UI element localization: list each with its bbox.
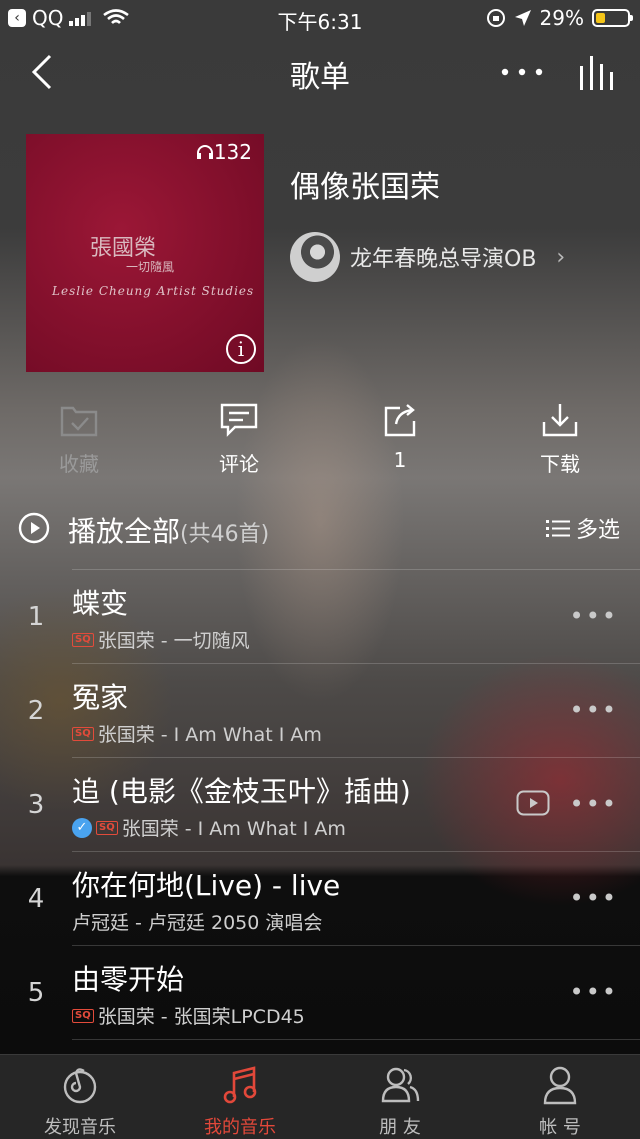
comment-label: 评论: [219, 452, 259, 476]
song-artist-album: 张国荣 - I Am What I Am: [121, 818, 346, 840]
tab-account[interactable]: 帐 号: [480, 1063, 640, 1139]
equalizer-bars-icon[interactable]: [578, 52, 620, 92]
mv-play-icon[interactable]: [516, 790, 550, 816]
chevron-right-icon: ›: [556, 244, 566, 270]
battery-fill: [596, 13, 605, 23]
rotation-lock-icon: [486, 9, 505, 27]
song-more-icon[interactable]: •••: [570, 602, 618, 630]
sq-badge: SQ: [96, 820, 118, 835]
account-icon: [543, 1066, 577, 1105]
divider: [72, 1039, 640, 1040]
collect-label: 收藏: [59, 452, 99, 476]
cover-logo-subtext: 一切隨風: [126, 260, 175, 274]
song-artist-album: 张国荣 - I Am What I Am: [97, 724, 322, 746]
multi-select-button[interactable]: 多选: [545, 512, 620, 544]
song-row[interactable]: 5 由零开始 SQ 张国荣 - 张国荣LPCD45 •••: [0, 946, 640, 1040]
song-title: 冤家: [72, 681, 129, 714]
tab-discover-label: 发现音乐: [44, 1117, 116, 1138]
sq-badge: SQ: [72, 726, 94, 741]
song-index: 5: [27, 978, 45, 1008]
comment-icon: [220, 403, 258, 437]
download-label: 下载: [540, 452, 580, 476]
play-count: 132: [196, 140, 252, 164]
battery-percent: 29%: [539, 6, 584, 30]
avatar: [290, 232, 340, 282]
netease-music-icon: [63, 1068, 97, 1104]
tab-my-music-label: 我的音乐: [204, 1117, 276, 1138]
play-all-row[interactable]: 播放全部(共46首) 多选: [0, 486, 640, 570]
headphones-icon: [196, 145, 213, 159]
song-meta: SQ 张国荣 - 一切随风: [72, 626, 250, 653]
tab-friends-label: 朋 友: [379, 1117, 421, 1138]
playlist-title: 偶像张国荣: [290, 170, 440, 205]
song-meta: SQ 张国荣 - 张国荣LPCD45: [72, 1002, 305, 1029]
play-all-text: 播放全部: [68, 515, 181, 548]
friends-icon: [381, 1067, 420, 1103]
download-button[interactable]: 下载: [510, 402, 610, 477]
play-all-label: 播放全部(共46首): [68, 510, 269, 550]
song-index: 4: [27, 884, 45, 914]
song-index: 1: [27, 602, 45, 632]
sq-badge: SQ: [72, 632, 94, 647]
tab-friends[interactable]: 朋 友: [320, 1063, 480, 1139]
share-icon: [384, 404, 416, 437]
info-icon[interactable]: i: [226, 334, 256, 364]
sq-badge: SQ: [72, 1008, 94, 1023]
song-index: 3: [27, 790, 45, 820]
verified-icon: ✓: [72, 817, 92, 838]
song-title: 你在何地(Live) - live: [72, 869, 341, 902]
cover-artist-text: Leslie Cheung Artist Studies: [52, 284, 255, 298]
folder-check-icon: [60, 406, 98, 437]
song-title: 蝶变: [72, 587, 129, 620]
music-note-icon: [223, 1066, 257, 1104]
tab-discover[interactable]: 发现音乐: [0, 1063, 160, 1139]
collect-button[interactable]: 收藏: [29, 402, 129, 477]
play-count-value: 132: [213, 140, 252, 164]
status-bar: ‹ QQ 下午6:31 29%: [0, 0, 640, 36]
song-meta: ✓ SQ 张国荣 - I Am What I Am: [72, 814, 346, 841]
song-artist-album: 卢冠廷 - 卢冠廷 2050 演唱会: [72, 912, 323, 934]
download-icon: [542, 404, 578, 437]
page-title: 歌单: [290, 60, 350, 95]
song-more-icon[interactable]: •••: [570, 884, 618, 912]
creator-link[interactable]: 龙年春晚总导演OB ›: [290, 232, 565, 282]
song-more-icon[interactable]: •••: [570, 696, 618, 724]
comment-button[interactable]: 评论: [189, 402, 289, 477]
song-title: 由零开始: [72, 963, 185, 996]
playlist-cover[interactable]: 132 張國榮 一切隨風 Leslie Cheung Artist Studie…: [26, 134, 264, 372]
play-circle-icon: [18, 512, 50, 544]
tab-account-label: 帐 号: [539, 1117, 581, 1138]
song-more-icon[interactable]: •••: [570, 978, 618, 1006]
multi-select-label: 多选: [575, 518, 620, 543]
song-artist-album: 张国荣 - 一切随风: [97, 630, 250, 652]
song-title: 追 (电影《金枝玉叶》插曲): [72, 775, 411, 808]
song-row[interactable]: 2 冤家 SQ 张国荣 - I Am What I Am •••: [0, 664, 640, 758]
song-row[interactable]: 4 你在何地(Live) - live 卢冠廷 - 卢冠廷 2050 演唱会 •…: [0, 852, 640, 946]
location-icon: [514, 10, 531, 26]
creator-name: 龙年春晚总导演OB: [350, 247, 537, 272]
song-more-icon[interactable]: •••: [570, 790, 618, 818]
share-button[interactable]: 1: [350, 402, 450, 472]
song-meta: 卢冠廷 - 卢冠廷 2050 演唱会: [72, 908, 322, 935]
tab-bar: 发现音乐 我的音乐 朋 友 帐 号: [0, 1054, 640, 1139]
battery-icon: [592, 9, 633, 27]
tab-my-music[interactable]: 我的音乐: [160, 1063, 320, 1139]
song-artist-album: 张国荣 - 张国荣LPCD45: [97, 1006, 305, 1028]
song-index: 2: [27, 696, 45, 726]
song-count: (共46首): [180, 522, 270, 547]
song-meta: SQ 张国荣 - I Am What I Am: [72, 720, 322, 747]
song-row[interactable]: 1 蝶变 SQ 张国荣 - 一切随风 •••: [0, 570, 640, 664]
song-row[interactable]: 3 追 (电影《金枝玉叶》插曲) ✓ SQ 张国荣 - I Am What I …: [0, 758, 640, 852]
list-icon: [545, 520, 570, 537]
share-count: 1: [393, 448, 407, 472]
more-horizontal-icon[interactable]: [500, 62, 544, 82]
